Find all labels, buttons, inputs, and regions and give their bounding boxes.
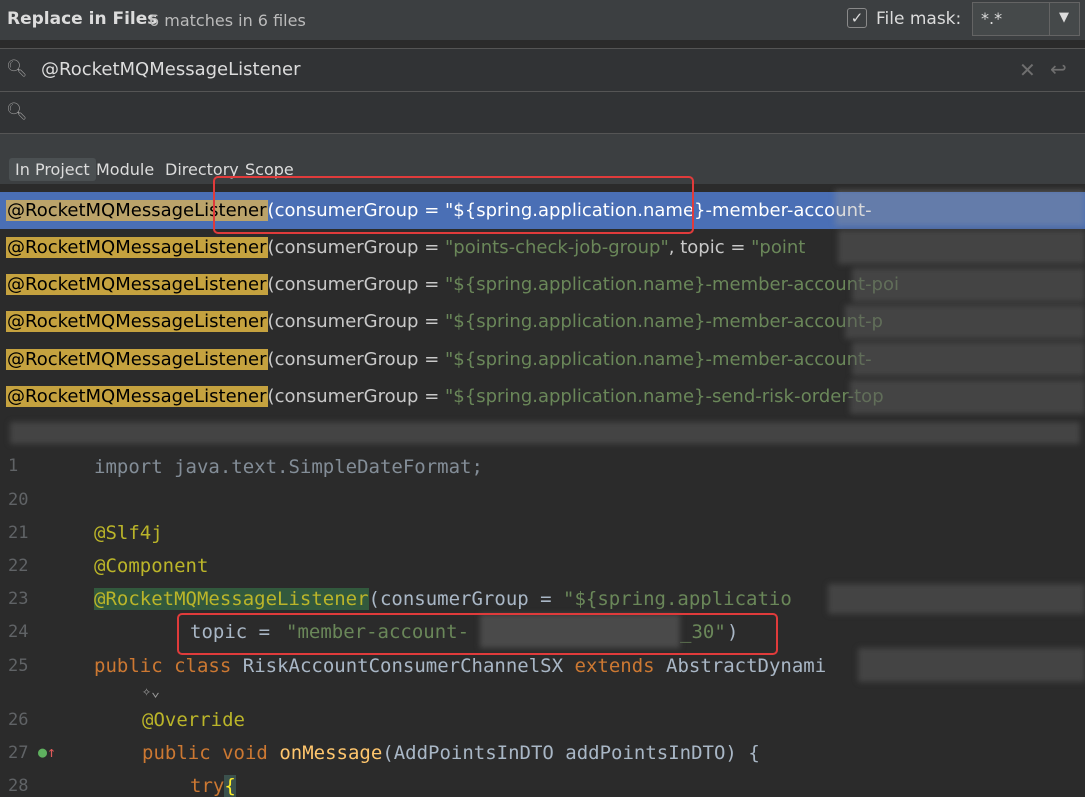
redacted-path-bar (0, 418, 1085, 450)
result-code: (consumerGroup = (267, 349, 446, 370)
result-code: (consumerGroup = (267, 311, 446, 332)
redaction-blur (10, 422, 1080, 444)
keyword: try (190, 775, 225, 797)
match-highlight: @RocketMQMessageListener (6, 274, 268, 295)
override-icon[interactable]: ●↑ (38, 743, 56, 761)
search-row: 🔍︎ @RocketMQMessageListener ✕ ↩ (0, 48, 1085, 92)
class-name: AbstractDynami (666, 655, 827, 677)
result-string: "point (751, 237, 806, 258)
redaction-blur (850, 380, 1085, 414)
file-mask-label: File mask: (876, 9, 962, 29)
code-line: import java.text.SimpleDateFormat; (94, 456, 483, 478)
keyword: public (142, 742, 211, 764)
line-number: 20 (8, 490, 29, 510)
keyword: public (94, 655, 163, 677)
class-name: RiskAccountConsumerChannelSX (242, 655, 564, 677)
annotation: @Slf4j (94, 522, 163, 544)
redaction-blur (828, 584, 1085, 614)
keyword: extends (574, 655, 655, 677)
redaction-blur (858, 648, 1085, 682)
code-text: (AddPointsInDTO addPointsInDTO) { (382, 742, 760, 764)
line-number: 26 (8, 710, 29, 730)
result-code: (consumerGroup = (267, 274, 446, 295)
file-mask-checkbox[interactable]: ✓ (847, 8, 867, 28)
scope-module[interactable]: Module (90, 158, 160, 181)
result-string: "${spring.application.name}-member-accou… (445, 274, 899, 295)
match-highlight: @RocketMQMessageListener (6, 349, 268, 370)
redaction-blur (835, 190, 1085, 226)
line-number: 28 (8, 776, 29, 796)
highlight-box (213, 176, 694, 234)
code-line: public void onMessage(AddPointsInDTO add… (142, 742, 760, 764)
line-number: 23 (8, 589, 29, 609)
code-line: public class RiskAccountConsumerChannelS… (94, 655, 826, 677)
replace-header: Replace in Files 6 matches in 6 files ✓ … (0, 0, 1085, 40)
line-number: 22 (8, 556, 29, 576)
result-code: , topic = (668, 237, 752, 258)
file-mask-combobox[interactable]: *.* ▼ (972, 2, 1080, 36)
search-icon[interactable]: 🔍︎ (6, 59, 28, 79)
line-number: 21 (8, 523, 29, 543)
redaction-blur (852, 268, 1085, 302)
match-count: 6 matches in 6 files (149, 11, 306, 30)
result-string: "${spring.application.name}-member-accou… (445, 349, 872, 370)
redaction-blur (845, 305, 1085, 339)
method-name: onMessage (279, 742, 383, 764)
chevron-down-icon[interactable]: ▼ (1059, 10, 1069, 25)
mask-separator (1049, 3, 1050, 35)
line-number: 24 (8, 622, 29, 642)
replace-row: 🔍︎ (0, 92, 1085, 134)
line-number: 1 (8, 456, 19, 476)
ai-assist-icon[interactable]: ✧⌄ (142, 682, 160, 700)
result-string: "points-check-job-group" (445, 237, 669, 258)
keyword: class (174, 655, 232, 677)
search-input[interactable]: @RocketMQMessageListener (41, 59, 301, 80)
dialog-title: Replace in Files (7, 9, 158, 29)
new-line-icon[interactable]: ↩ (1050, 57, 1067, 81)
annotation: @RocketMQMessageListener (94, 588, 369, 610)
result-string: "${spring.application.name}-send-risk-or… (445, 386, 884, 407)
code-line: try{ (190, 775, 236, 797)
annotation: @Component (94, 555, 209, 577)
code-text: (consumerGroup = (368, 588, 564, 610)
brace: { (224, 775, 236, 797)
annotation: @Override (142, 709, 245, 731)
match-highlight: @RocketMQMessageListener (6, 386, 268, 407)
result-string: "${spring.application.name}-member-accou… (445, 311, 883, 332)
match-highlight: @RocketMQMessageListener (6, 311, 268, 332)
line-number: 27 (8, 743, 29, 763)
replace-search-icon[interactable]: 🔍︎ (6, 102, 28, 122)
file-mask-value: *.* (981, 9, 1003, 28)
scope-in-project[interactable]: In Project (9, 158, 96, 181)
redaction-blur (852, 342, 1085, 376)
redaction-blur (838, 230, 1085, 264)
code-line: @RocketMQMessageListener(consumerGroup =… (94, 588, 792, 610)
result-code: (consumerGroup = (267, 386, 446, 407)
line-number: 25 (8, 656, 29, 676)
code-string: "${spring.applicatio (563, 588, 792, 610)
result-code: (consumerGroup = (267, 237, 446, 258)
match-highlight: @RocketMQMessageListener (6, 237, 268, 258)
clear-icon[interactable]: ✕ (1019, 58, 1036, 82)
highlight-box (177, 613, 778, 655)
keyword: void (222, 742, 268, 764)
